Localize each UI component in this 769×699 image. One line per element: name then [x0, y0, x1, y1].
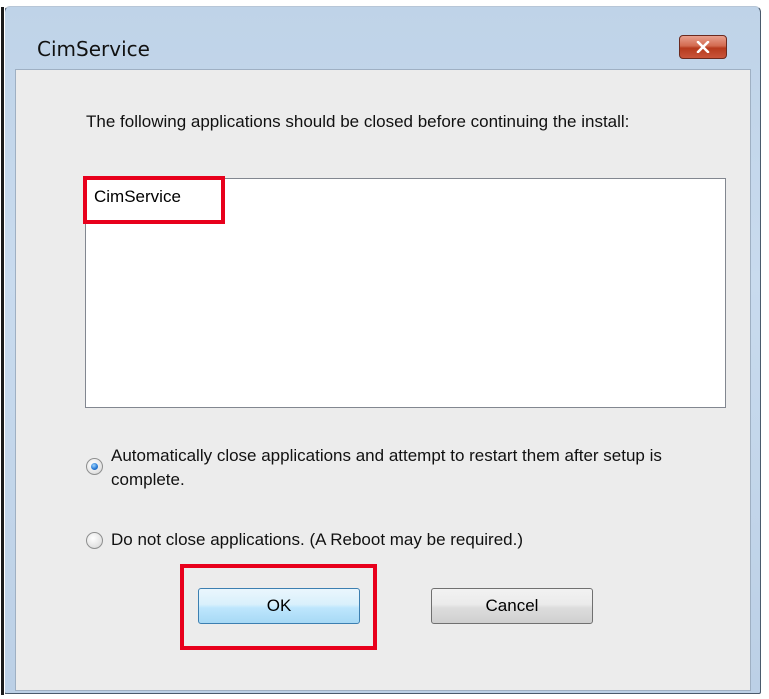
ok-button[interactable]: OK: [198, 588, 360, 624]
applications-listbox[interactable]: CimService: [85, 178, 726, 408]
option-auto-close-label: Automatically close applications and att…: [111, 446, 662, 489]
radio-do-not-close[interactable]: [86, 532, 103, 549]
dialog-client-area: The following applications should be clo…: [15, 69, 751, 691]
option-auto-close[interactable]: Automatically close applications and att…: [86, 444, 711, 492]
installer-dialog: CimService The following applications sh…: [1, 1, 761, 699]
window-left-edge: [1, 7, 4, 695]
option-do-not-close[interactable]: Do not close applications. (A Reboot may…: [86, 528, 523, 552]
instruction-text: The following applications should be clo…: [86, 112, 630, 131]
close-button[interactable]: [679, 35, 727, 59]
window-title: CimService: [37, 37, 150, 61]
cancel-button[interactable]: Cancel: [431, 588, 593, 624]
cancel-button-label: Cancel: [485, 596, 539, 615]
close-x-icon: [696, 41, 710, 53]
list-item[interactable]: CimService: [94, 187, 181, 207]
radio-auto-close[interactable]: [86, 458, 103, 475]
ok-button-label: OK: [266, 596, 292, 615]
option-do-not-close-label: Do not close applications. (A Reboot may…: [111, 530, 524, 549]
